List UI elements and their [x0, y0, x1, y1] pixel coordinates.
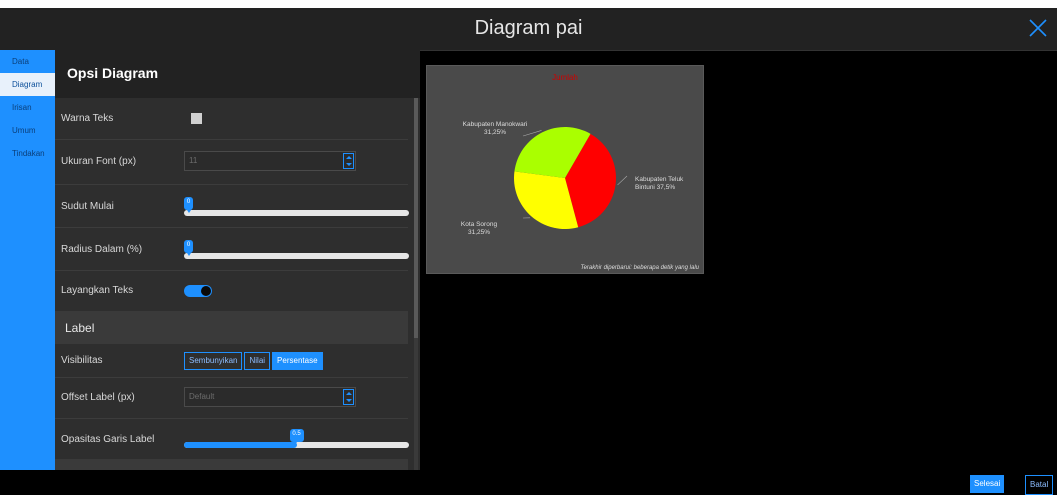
panel-header: Opsi Diagram: [55, 50, 420, 98]
start-angle-handle[interactable]: 0: [184, 197, 193, 213]
visibility-segmented-control: Sembunyikan Nilai Persentase: [184, 352, 325, 370]
done-button[interactable]: Selesai: [970, 475, 1005, 493]
row-float-text: Layangkan Teks: [55, 270, 408, 312]
cancel-button[interactable]: Batal: [1025, 475, 1054, 495]
label-section-title: Label: [65, 321, 95, 335]
row-text-color: Warna Teks: [55, 98, 408, 140]
slice-label-manokwari: Kabupaten Manokwari 31,25%: [463, 121, 528, 136]
row-label-offset: Offset Label (px) Default: [55, 377, 408, 419]
scroll-thumb[interactable]: [414, 98, 418, 338]
font-size-input[interactable]: 11: [184, 151, 356, 171]
label-section-header: Label: [55, 311, 408, 344]
inner-radius-slider[interactable]: 0: [184, 240, 409, 259]
font-size-placeholder: 11: [189, 156, 198, 165]
options-panel: Opsi Diagram Warna Teks Ukuran Font (px)…: [55, 50, 420, 470]
dialog-footer: Selesai Batal: [0, 470, 1057, 495]
tab-tindakan[interactable]: Tindakan: [0, 142, 55, 165]
float-text-label: Layangkan Teks: [61, 285, 134, 296]
row-visibility: Visibilitas Sembunyikan Nilai Persentase: [55, 347, 408, 378]
line-opacity-fill: [184, 442, 297, 448]
tab-diagram[interactable]: Diagram: [0, 73, 55, 96]
inner-radius-handle[interactable]: 0: [184, 240, 193, 256]
text-color-label: Warna Teks: [61, 113, 114, 124]
slice-label-teluk-bintuni: Kabupaten Teluk Bintuni 37,5%: [635, 176, 684, 191]
label-offset-stepper[interactable]: [343, 389, 354, 405]
chart-title: Jumlah: [552, 73, 578, 82]
tab-data[interactable]: Data: [0, 50, 55, 73]
title-bar: Diagram pai: [0, 8, 1057, 51]
row-inner-radius: Radius Dalam (%) 0: [55, 227, 409, 271]
row-line-opacity: Opasitas Garis Label 0.5: [55, 418, 409, 459]
text-color-swatch[interactable]: [191, 113, 202, 124]
font-size-stepper[interactable]: [343, 153, 354, 169]
close-icon[interactable]: [1027, 17, 1049, 39]
line-opacity-handle[interactable]: 0.5: [289, 429, 304, 445]
chart-preview: Jumlah Kabupaten Teluk Bintuni 37,5% Kota …: [426, 65, 704, 274]
row-font-size: Ukuran Font (px) 11: [55, 139, 408, 185]
visibility-option-value[interactable]: Nilai: [244, 352, 271, 370]
float-text-toggle[interactable]: [184, 285, 212, 297]
row-start-angle: Sudut Mulai 0: [55, 184, 409, 228]
chart-footnote: Terakhir diperbarui: beberapa detik yang…: [580, 265, 699, 271]
sidebar: Data Diagram Irisan Umum Tindakan: [0, 50, 55, 470]
label-offset-input[interactable]: Default: [184, 387, 356, 407]
pie-chart: Jumlah Kabupaten Teluk Bintuni 37,5% Kota …: [461, 73, 700, 271]
tab-umum[interactable]: Umum: [0, 119, 55, 142]
leader-line-teluk-bintuni: [617, 175, 628, 186]
start-angle-label: Sudut Mulai: [61, 201, 114, 212]
next-section-strip: [55, 459, 408, 470]
line-opacity-slider[interactable]: 0.5: [184, 429, 409, 448]
start-angle-slider[interactable]: 0: [184, 197, 409, 216]
dialog-window: Diagram pai Data Diagram Irisan Umum Tin…: [0, 8, 1057, 495]
tab-irisan[interactable]: Irisan: [0, 96, 55, 119]
visibility-option-percent[interactable]: Persentase: [272, 352, 323, 370]
visibility-label: Visibilitas: [61, 355, 103, 366]
slice-label-kota-sorong: Kota Sorong 31,25%: [461, 221, 498, 236]
label-offset-placeholder: Default: [189, 392, 215, 401]
inner-radius-label: Radius Dalam (%): [61, 244, 143, 255]
label-offset-label: Offset Label (px): [61, 392, 135, 403]
visibility-option-hide[interactable]: Sembunyikan: [184, 352, 243, 370]
dialog-title: Diagram pai: [474, 17, 583, 39]
panel-title: Opsi Diagram: [67, 65, 159, 81]
font-size-label: Ukuran Font (px): [61, 156, 137, 167]
line-opacity-label: Opasitas Garis Label: [61, 434, 155, 445]
